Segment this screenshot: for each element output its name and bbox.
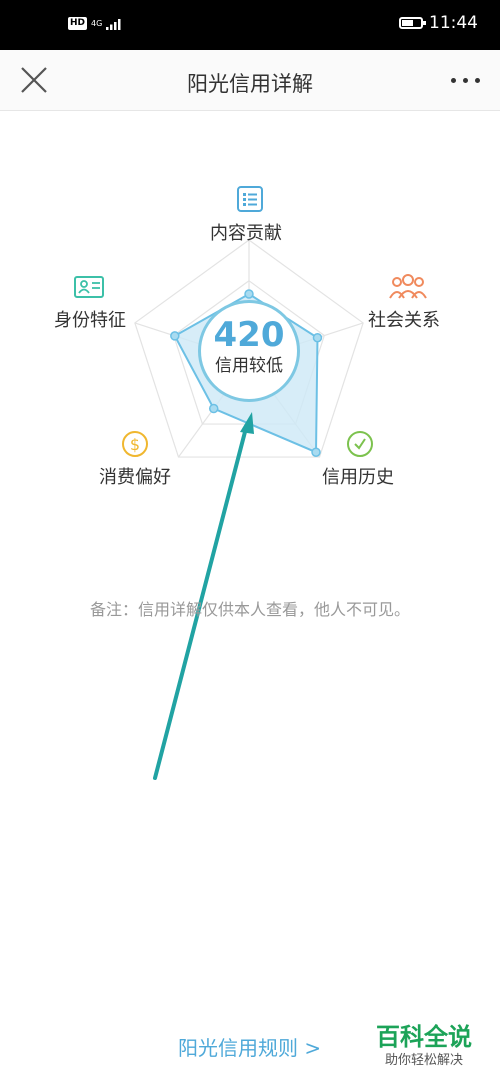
watermark-subtitle: 助你轻松解决 — [384, 1053, 463, 1068]
watermark-title: 百科全说 — [376, 1023, 472, 1051]
dimension-label-content: 内容贡献 — [210, 223, 282, 244]
credit-rules-link[interactable]: 阳光信用规则 > — [178, 1032, 321, 1061]
radar-point — [311, 447, 321, 457]
signal-icon — [106, 18, 121, 30]
radar-point — [208, 403, 219, 414]
status-bar: HD 4G 11:44 — [0, 0, 500, 50]
status-right: 11:44 — [399, 13, 478, 33]
nav-bar: 阳光信用详解 — [0, 50, 500, 111]
credit-score: 420 — [213, 315, 285, 355]
people-icon — [389, 274, 427, 299]
clock-icon — [347, 431, 373, 457]
dollar-icon: $ — [122, 431, 148, 457]
hd-badge: HD — [68, 17, 88, 30]
radar-point — [170, 331, 180, 341]
battery-icon — [399, 17, 426, 29]
credit-level: 信用较低 — [215, 356, 283, 376]
list-icon — [237, 186, 263, 212]
radar-point — [312, 333, 323, 343]
privacy-note: 备注：信用详解仅供本人查看，他人不可见。 — [89, 600, 410, 619]
network-type: 4G — [91, 18, 103, 28]
radar-point — [244, 289, 254, 299]
dimension-label-social: 社会关系 — [368, 310, 440, 331]
svg-text:$: $ — [130, 435, 140, 454]
status-left: HD 4G — [68, 17, 124, 30]
watermark: 百科全说 助你轻松解决 — [376, 1022, 472, 1070]
score-circle: 420 信用较低 — [198, 300, 300, 402]
dimension-label-identity: 身份特征 — [54, 310, 126, 331]
more-dots-icon[interactable] — [451, 78, 480, 83]
page-title: 阳光信用详解 — [187, 72, 313, 96]
dimension-label-history: 信用历史 — [322, 467, 394, 488]
dimension-label-consumption: 消费偏好 — [99, 467, 171, 488]
id-card-icon — [74, 276, 104, 298]
clock: 11:44 — [429, 13, 478, 33]
